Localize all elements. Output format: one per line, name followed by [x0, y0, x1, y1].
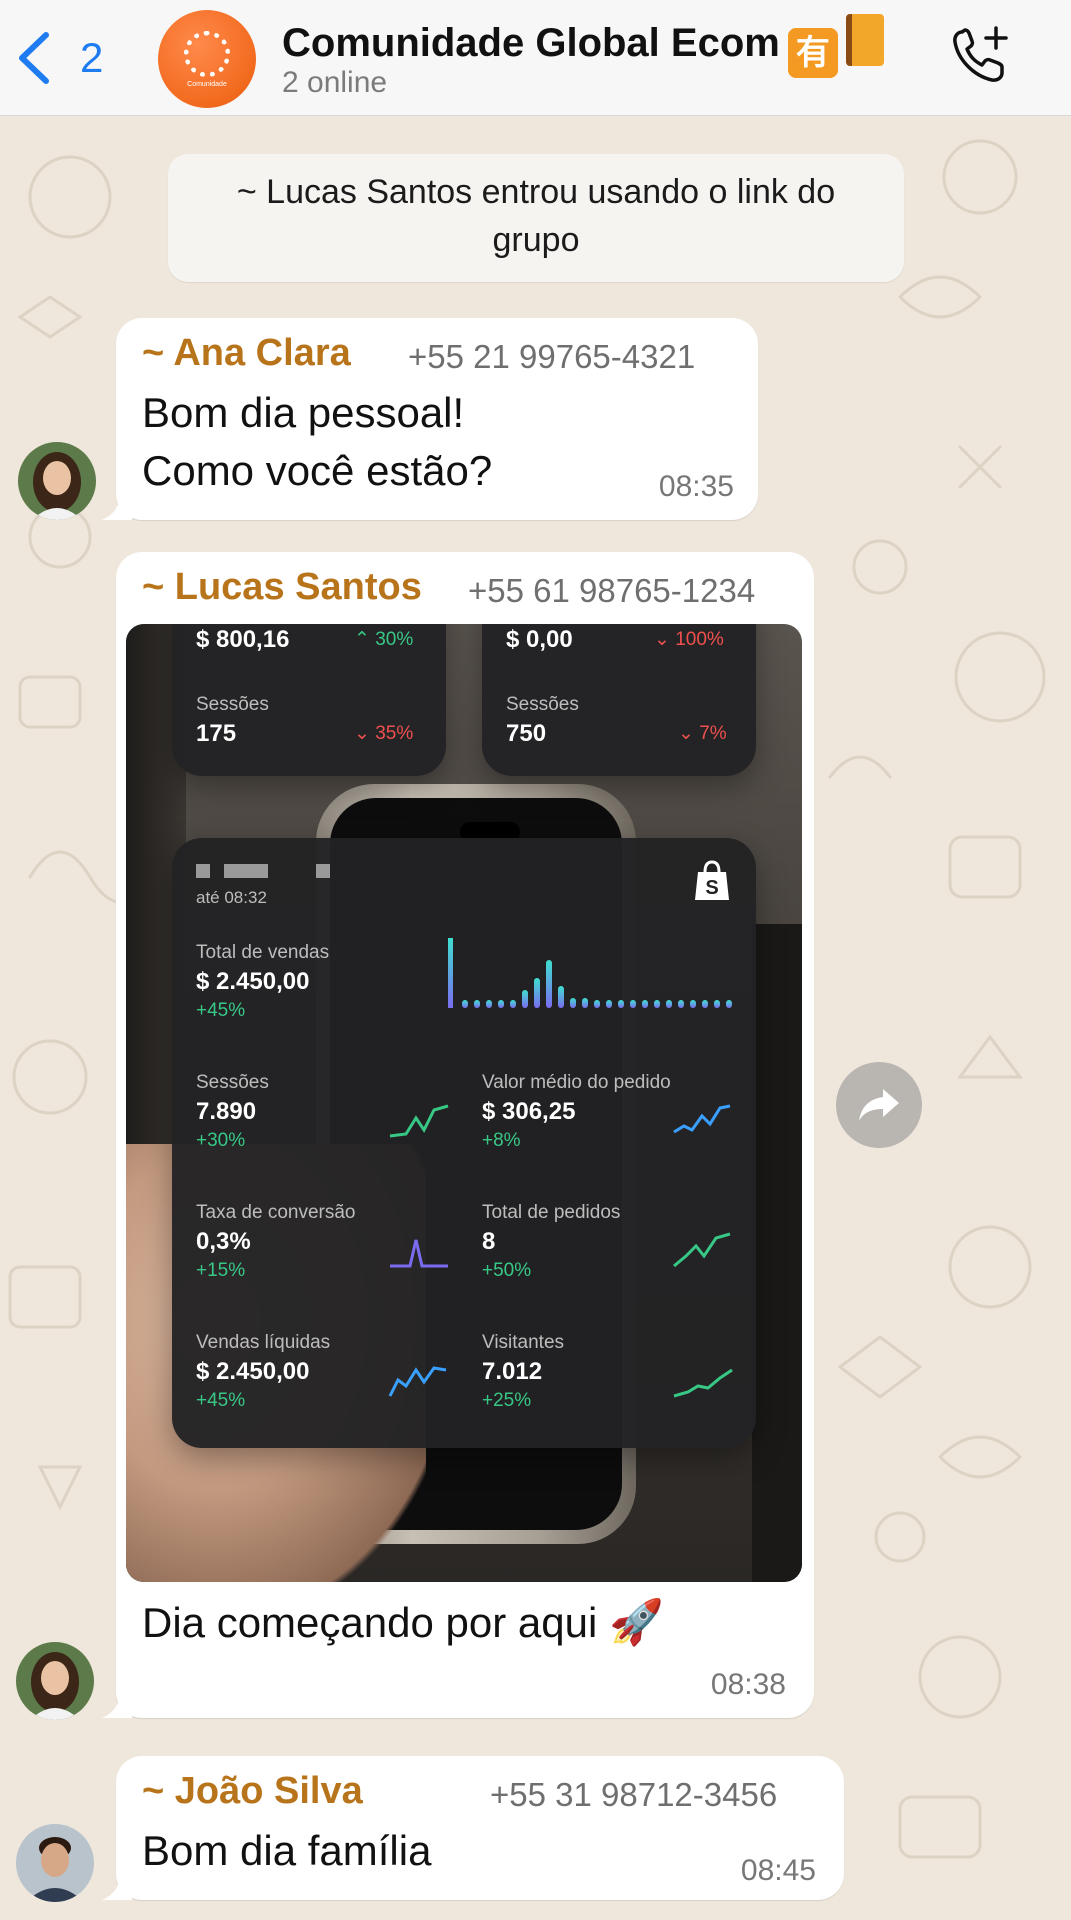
sparkline-green	[673, 1232, 731, 1268]
message-line: Bom dia pessoal!	[142, 389, 465, 436]
widget-value: $ 800,16	[196, 626, 290, 653]
widget-value: 175	[196, 720, 237, 747]
metric-label: Total de vendas	[196, 942, 330, 963]
metric-delta: +15%	[196, 1260, 246, 1281]
metric-label: Valor médio do pedido	[482, 1072, 671, 1093]
metric-delta: +45%	[196, 1000, 246, 1021]
blurred-store-name	[196, 864, 210, 878]
chat-header: 2 Comunidade Comunidade Global Ecom 有 2 o…	[0, 0, 1071, 116]
shopify-bag-icon: S	[695, 860, 729, 900]
add-call-icon[interactable]	[948, 24, 1012, 88]
delta-value: 7%	[699, 723, 727, 744]
avatar-joao-silva[interactable]	[16, 1824, 94, 1902]
sender-phone: +55 61 98765-1234	[468, 572, 756, 609]
metric-delta: +30%	[196, 1130, 246, 1151]
metric-label: Taxa de conversão	[196, 1202, 356, 1223]
message-line: Como você estão?	[142, 447, 493, 494]
metric-label: Vendas líquidas	[196, 1332, 331, 1353]
metric-value: 8	[482, 1228, 496, 1255]
bubble-tail	[102, 1692, 132, 1718]
metric-delta: +50%	[482, 1260, 532, 1281]
message-time: 08:45	[740, 1854, 816, 1887]
forward-button[interactable]	[836, 1062, 922, 1148]
book-icon	[845, 14, 884, 66]
chevron-left-icon	[19, 32, 49, 84]
delta-value: 30%	[375, 629, 414, 650]
man-avatar-icon	[16, 1824, 94, 1902]
bubble-tail	[102, 494, 132, 520]
widget-delta: ⌄ 35%	[354, 723, 414, 744]
rocket-emoji-icon: 🚀	[608, 1598, 664, 1647]
sender-name[interactable]: ~ Ana Clara	[142, 332, 351, 375]
sparkline-green	[673, 1368, 733, 1398]
message-time: 08:38	[710, 1668, 786, 1701]
bubble-tail	[102, 1874, 132, 1900]
message-line: Bom dia família	[142, 1827, 432, 1874]
message-time: 08:35	[658, 470, 734, 503]
metric-label: Visitantes	[482, 1332, 565, 1353]
widget-label: Sessões	[506, 694, 579, 715]
sales-bar-chart	[448, 938, 732, 1008]
metric-delta: +45%	[196, 1390, 246, 1411]
photo-background	[752, 924, 802, 1582]
widget-value: $ 0,00	[506, 626, 573, 653]
blurred-store-name	[224, 864, 268, 878]
avatar-ana-clara[interactable]	[16, 1642, 94, 1720]
sender-phone: +55 31 98712-3456	[490, 1776, 778, 1813]
unread-count: 2	[80, 34, 104, 81]
sparkline-green	[389, 1104, 449, 1138]
group-avatar[interactable]: Comunidade	[158, 10, 256, 108]
widget-delta: ⌄ 7%	[678, 723, 727, 744]
back-button[interactable]: 2	[16, 28, 106, 88]
metric-value: $ 2.450,00	[196, 1358, 310, 1385]
metric-value: 7.890	[196, 1098, 257, 1125]
metric-value: $ 2.450,00	[196, 968, 310, 995]
widget-delta: ⌃ 30%	[354, 629, 414, 650]
metric-delta: +8%	[482, 1130, 521, 1151]
image-caption: Dia começando por aqui 🚀	[142, 1594, 664, 1652]
metric-value: 7.012	[482, 1358, 543, 1385]
widget-until: até 08:32	[196, 888, 267, 907]
message-bubble[interactable]: ~ Ana Clara +55 21 99765-4321 Bom dia pe…	[102, 318, 758, 520]
metric-delta: +25%	[482, 1390, 532, 1411]
metric-value: $ 306,25	[482, 1098, 576, 1125]
metric-label: Total de pedidos	[482, 1202, 621, 1223]
avatar-ana-clara[interactable]	[18, 442, 96, 520]
image-attachment[interactable]: $ 800,16 ⌃ 30% Sessões 175 ⌄ 35% $ 0,00 …	[126, 624, 802, 1582]
widget-delta: ⌄ 100%	[654, 629, 724, 650]
community-logo-icon	[184, 30, 230, 77]
group-name: Comunidade Global Ecom	[282, 21, 780, 65]
widget-value: 750	[506, 720, 547, 747]
message-bubble[interactable]: ~ João Silva +55 31 98712-3456 Bom dia f…	[102, 1756, 844, 1900]
online-status: 2 online	[282, 66, 388, 99]
sender-name[interactable]: ~ João Silva	[142, 1770, 363, 1813]
blurred-store-name	[316, 864, 330, 878]
sender-phone: +55 21 99765-4321	[408, 338, 696, 375]
system-message: ~ Lucas Santos entrou usando o link do g…	[168, 154, 904, 282]
caption-text: Dia começando por aqui	[142, 1599, 598, 1646]
widget-top-left: $ 800,16 ⌃ 30% Sessões 175 ⌄ 35%	[172, 624, 446, 776]
widget-top-right: $ 0,00 ⌄ 100% Sessões 750 ⌄ 7%	[482, 624, 756, 776]
sparkline-blue	[388, 1366, 447, 1397]
sparkline-purple	[390, 1239, 448, 1268]
delta-value: 100%	[675, 629, 724, 650]
shopify-widget: até 08:32 S Total de vendas $ 2.450,00 +…	[172, 838, 756, 1448]
metric-value: 0,3%	[196, 1228, 251, 1255]
woman-avatar-icon	[16, 1642, 94, 1720]
avatar-caption: Comunidade	[187, 80, 227, 88]
kanji-badge-icon: 有	[787, 28, 838, 78]
delta-value: 35%	[375, 723, 414, 744]
metric-label: Sessões	[196, 1072, 269, 1093]
sender-name[interactable]: ~ Lucas Santos	[142, 566, 422, 609]
svg-text:S: S	[705, 877, 718, 899]
woman-avatar-icon	[18, 442, 96, 520]
widget-label: Sessões	[196, 694, 269, 715]
sparkline-blue	[673, 1104, 731, 1134]
forward-arrow-icon	[859, 1089, 899, 1121]
